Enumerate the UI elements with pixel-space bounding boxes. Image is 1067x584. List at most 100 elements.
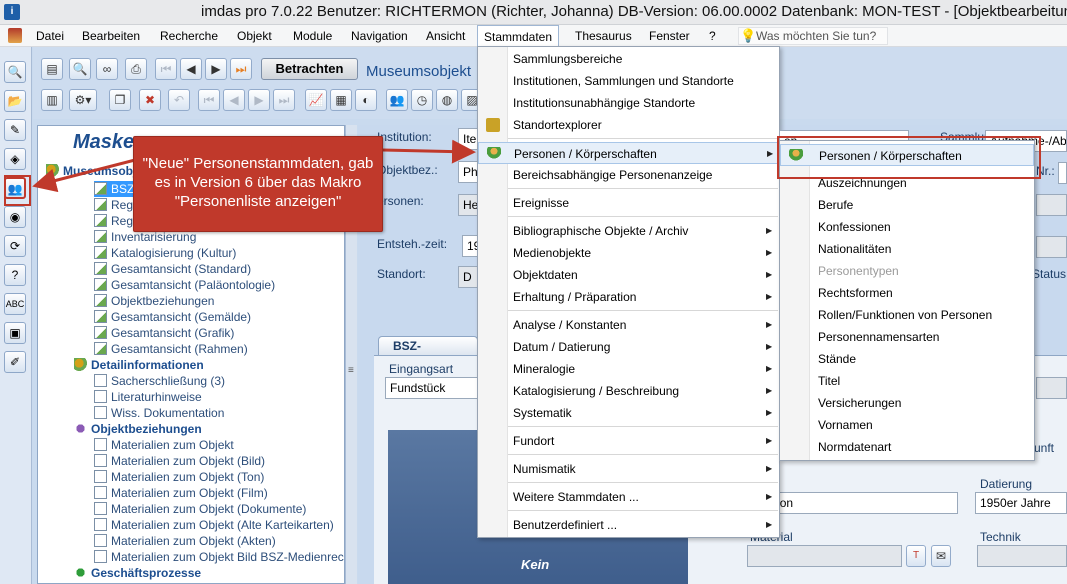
menu-item-bibliographisch[interactable]: Bibliographische Objekte / Archiv ▶ <box>478 220 779 242</box>
nr-field[interactable] <box>1058 162 1067 184</box>
technik-field[interactable] <box>977 545 1067 567</box>
menu-thesaurus[interactable]: Thesaurus <box>573 25 634 47</box>
menu-bearbeiten[interactable]: Bearbeiten <box>80 25 142 47</box>
tree-item-wiss[interactable]: Wiss. Dokumentation <box>94 405 224 421</box>
menu-item-mineralogie[interactable]: Mineralogie ▶ <box>478 358 779 380</box>
last-record-icon[interactable]: ⏭ <box>230 58 252 80</box>
thesaurus-lookup-icon[interactable]: T <box>906 545 926 567</box>
menu-item-erhaltung[interactable]: Erhaltung / Präparation ▶ <box>478 286 779 308</box>
tree-item-reg1[interactable]: Reg <box>94 197 133 213</box>
gear-dropdown-icon[interactable]: ⚙▾ <box>69 89 97 111</box>
menu-item-ereignisse[interactable]: Ereignisse <box>478 192 779 214</box>
menu-item-weitere[interactable]: Weitere Stammdaten ... ▶ <box>478 486 779 508</box>
submenu-item-nationalitaeten[interactable]: Nationalitäten <box>780 238 1034 260</box>
note-icon[interactable]: ✐ <box>4 351 26 373</box>
tree-item-bsz[interactable]: BSZ <box>94 181 135 197</box>
submenu-item-berufe[interactable]: Berufe <box>780 194 1034 216</box>
nav-first-icon[interactable]: ⏮ <box>198 89 220 111</box>
edit-icon[interactable]: ✎ <box>4 119 26 141</box>
submenu-item-konfessionen[interactable]: Konfessionen <box>780 216 1034 238</box>
tree-item-gesamt-standard[interactable]: Gesamtansicht (Standard) <box>94 261 251 277</box>
submenu-item-vornamen[interactable]: Vornamen <box>780 414 1034 436</box>
material-field[interactable] <box>747 545 902 567</box>
menu-item-katalogisierung[interactable]: Katalogisierung / Beschreibung ▶ <box>478 380 779 402</box>
datierung-field[interactable]: 1950er Jahre <box>975 492 1067 514</box>
menu-item-standorte[interactable]: Institutionsunabhängige Standorte <box>478 92 779 114</box>
next-record-icon[interactable]: ▶ <box>205 58 227 80</box>
tree-item-objektbeziehungen[interactable]: Objektbeziehungen <box>94 293 214 309</box>
menu-item-objektdaten[interactable]: Objektdaten ▶ <box>478 264 779 286</box>
betrachten-button[interactable]: Betrachten <box>261 58 358 80</box>
menu-item-medienobjekte[interactable]: Medienobjekte ▶ <box>478 242 779 264</box>
menu-item-fundort[interactable]: Fundort ▶ <box>478 430 779 452</box>
tree-item-gesamt-gemaelde[interactable]: Gesamtansicht (Gemälde) <box>94 309 251 325</box>
delete-icon[interactable]: ✖ <box>139 89 161 111</box>
menu-item-standortexplorer[interactable]: Standortexplorer <box>478 114 779 136</box>
menu-datei[interactable]: Datei <box>34 25 66 47</box>
menu-recherche[interactable]: Recherche <box>158 25 220 47</box>
tree-section-detail[interactable]: Detailinformationen <box>74 357 204 373</box>
folder-icon[interactable]: 📂 <box>4 90 26 112</box>
right-gray-field-1[interactable] <box>1036 194 1067 216</box>
submenu-item-titel[interactable]: Titel <box>780 370 1034 392</box>
help-search-placeholder[interactable]: Was möchten Sie tun? <box>756 25 876 47</box>
tree-item-literatur[interactable]: Literaturhinweise <box>94 389 202 405</box>
tree-item-gesamt-grafik[interactable]: Gesamtansicht (Grafik) <box>94 325 234 341</box>
tree-item-gesamt-rahmen[interactable]: Gesamtansicht (Rahmen) <box>94 341 248 357</box>
nav-next-icon[interactable]: ▶ <box>248 89 270 111</box>
menu-item-numismatik[interactable]: Numismatik ▶ <box>478 458 779 480</box>
menu-item-personen[interactable]: Personen / Körperschaften ▶ <box>478 142 779 164</box>
web-icon[interactable]: ◍ <box>436 89 458 111</box>
tree-item-mat6[interactable]: Materialien zum Objekt (Akten) <box>94 533 276 549</box>
card-icon[interactable]: ▦ <box>330 89 352 111</box>
chart-icon[interactable]: 📈 <box>305 89 327 111</box>
find-icon[interactable]: 🔍 <box>69 58 91 80</box>
eingangsart-field[interactable]: Fundstück <box>385 377 478 399</box>
submenu-item-normdatenart[interactable]: Normdatenart <box>780 436 1034 458</box>
submenu-item-namensarten[interactable]: Personennamensarten <box>780 326 1034 348</box>
menu-item-bereichsabhaengig[interactable]: Bereichsabhängige Personenanzeige <box>478 164 779 186</box>
objektbez-field[interactable]: Ph <box>458 161 478 183</box>
menu-item-sammlungsbereiche[interactable]: Sammlungsbereiche <box>478 48 779 70</box>
glasses-icon[interactable]: ∞ <box>96 58 118 80</box>
tree-section-beziehungen[interactable]: Objektbeziehungen <box>74 421 202 437</box>
disk-icon[interactable]: ▥ <box>41 89 63 111</box>
institution-field[interactable]: Ite <box>458 128 478 150</box>
personen-field[interactable]: He <box>458 194 478 216</box>
nav-prev-icon[interactable]: ◀ <box>223 89 245 111</box>
tree-item-sacher[interactable]: Sacherschließung (3) <box>94 373 225 389</box>
refresh-icon[interactable]: ⟳ <box>4 235 26 257</box>
nav-last-icon[interactable]: ⏭ <box>273 89 295 111</box>
tree-item-reg2[interactable]: Reg <box>94 213 133 229</box>
clock-icon[interactable]: ◷ <box>411 89 433 111</box>
users-icon[interactable]: 👥 <box>386 89 408 111</box>
color-wheel-icon[interactable]: ◐ <box>355 89 377 111</box>
menu-module[interactable]: Module <box>291 25 334 47</box>
tree-item-mat0[interactable]: Materialien zum Objekt <box>94 437 234 453</box>
save-icon[interactable]: ▤ <box>41 58 63 80</box>
bookmark-icon[interactable]: ◈ <box>4 148 26 170</box>
prev-record-icon[interactable]: ◀ <box>180 58 202 80</box>
menu-help[interactable]: ? <box>707 25 718 47</box>
submenu-item-staende[interactable]: Stände <box>780 348 1034 370</box>
entsteh-field[interactable]: 19 <box>462 235 478 257</box>
tree-item-mat4[interactable]: Materialien zum Objekt (Dokumente) <box>94 501 306 517</box>
tree-item-mat1[interactable]: Materialien zum Objekt (Bild) <box>94 453 265 469</box>
image-icon[interactable]: ▣ <box>4 322 26 344</box>
spellcheck-icon[interactable]: ABC <box>4 293 26 315</box>
submenu-item-rollen[interactable]: Rollen/Funktionen von Personen <box>780 304 1034 326</box>
globe-icon[interactable]: ◉ <box>4 206 26 228</box>
menu-stammdaten[interactable]: Stammdaten <box>477 25 560 48</box>
tree-section-geschaeft[interactable]: Geschäftsprozesse <box>74 565 201 581</box>
menu-item-systematik[interactable]: Systematik ▶ <box>478 402 779 424</box>
search-icon[interactable]: 🔍 <box>4 61 26 83</box>
tree-item-katalogisierung[interactable]: Katalogisierung (Kultur) <box>94 245 236 261</box>
menu-navigation[interactable]: Navigation <box>349 25 410 47</box>
right-gray-field-2[interactable] <box>1036 236 1067 258</box>
right-gray-field-3[interactable] <box>1036 377 1067 399</box>
tree-item-mat3[interactable]: Materialien zum Objekt (Film) <box>94 485 268 501</box>
help-icon[interactable]: ? <box>4 264 26 286</box>
copy-icon[interactable]: ❐ <box>109 89 131 111</box>
undo-icon[interactable]: ↶ <box>168 89 190 111</box>
menu-item-benutzerdefiniert[interactable]: Benutzerdefiniert ... ▶ <box>478 514 779 536</box>
